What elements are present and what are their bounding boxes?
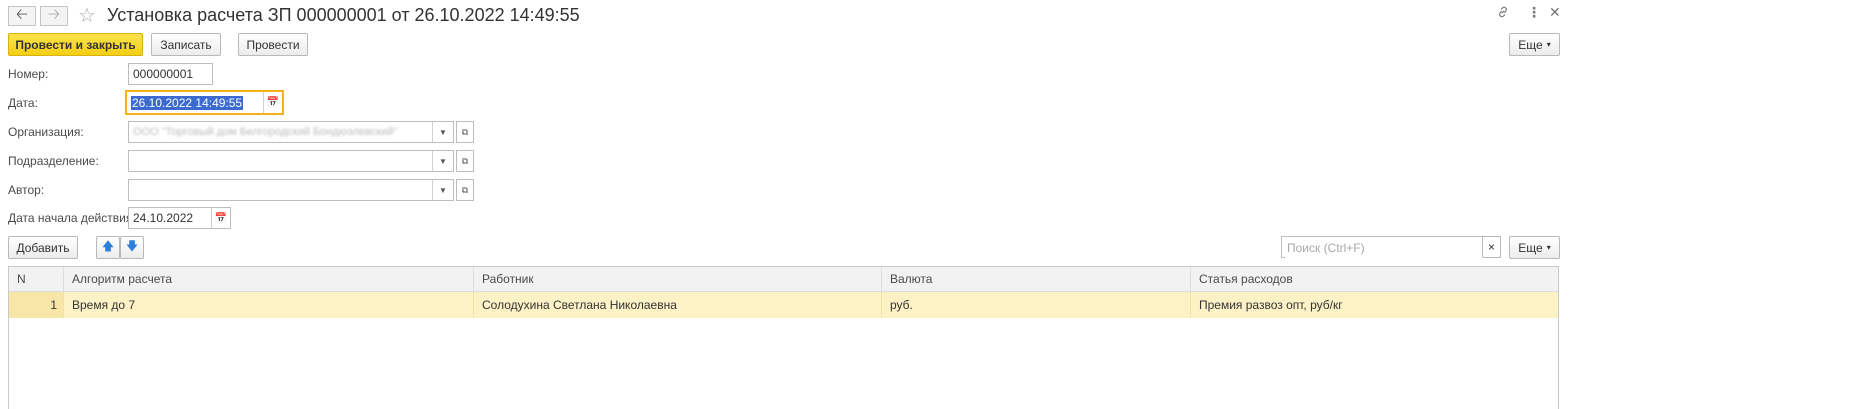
search-input[interactable] [1285, 238, 1485, 258]
arrow-down-icon: 🡇 [125, 239, 139, 253]
organization-value: ООО "Торговый дом Белгородский Бондюэлев… [133, 126, 398, 138]
post-and-close-button[interactable]: Провести и закрыть [8, 33, 143, 56]
dropdown-icon[interactable]: ▼ [432, 180, 453, 200]
save-button[interactable]: Записать [151, 33, 221, 56]
number-value: 000000001 [133, 67, 194, 81]
date-field[interactable]: 26.10.2022 14:49:55 📅 [125, 90, 284, 115]
calendar-icon[interactable]: 📅 [211, 208, 230, 228]
date-label: Дата: [8, 96, 38, 110]
close-icon[interactable]: ✕ [1549, 4, 1561, 21]
author-field[interactable]: ▼ [128, 179, 454, 201]
cell-currency[interactable]: руб. [882, 292, 1191, 318]
department-label: Подразделение: [8, 154, 99, 168]
search-field[interactable] [1281, 236, 1501, 258]
star-icon[interactable]: ☆ [78, 3, 96, 28]
column-header-expense[interactable]: Статья расходов [1191, 267, 1558, 292]
table[interactable]: N Алгоритм расчета Работник Валюта Стать… [8, 266, 1559, 409]
more-button[interactable]: Еще ▾ [1509, 33, 1560, 56]
clear-search-button[interactable]: × [1482, 236, 1501, 258]
chevron-down-icon: ▾ [1546, 40, 1551, 49]
organization-field[interactable]: ООО "Торговый дом Белгородский Бондюэлев… [128, 121, 454, 143]
cell-expense[interactable]: Премия развоз опт, руб/кг [1191, 292, 1558, 318]
page-title: Установка расчета ЗП 000000001 от 26.10.… [107, 5, 580, 25]
table-more-button[interactable]: Еще ▾ [1509, 236, 1560, 259]
cell-employee[interactable]: Солодухина Светлана Николаевна [474, 292, 882, 318]
more-icon[interactable]: ⋮ [1527, 4, 1541, 21]
chevron-down-icon: ▾ [1546, 243, 1551, 252]
organization-label: Организация: [8, 125, 84, 139]
start-date-field[interactable]: 24.10.2022 📅 [128, 207, 231, 229]
column-header-algorithm[interactable]: Алгоритм расчета [64, 267, 474, 292]
number-label: Номер: [8, 67, 49, 81]
author-label: Автор: [8, 183, 45, 197]
close-icon: × [1487, 240, 1495, 254]
back-button[interactable]: 🡠 [8, 6, 36, 26]
forward-button[interactable]: 🡢 [40, 6, 68, 26]
department-field[interactable]: ▼ [128, 150, 454, 172]
table-more-label: Еще [1518, 240, 1543, 255]
column-header-n[interactable]: N [9, 267, 64, 292]
column-header-employee[interactable]: Работник [474, 267, 882, 292]
calendar-icon[interactable]: 📅 [263, 92, 282, 113]
add-button[interactable]: Добавить [8, 236, 78, 259]
arrow-up-icon: 🡅 [101, 239, 115, 253]
column-header-currency[interactable]: Валюта [882, 267, 1191, 292]
start-date-label: Дата начала действия: [8, 211, 136, 225]
start-date-value: 24.10.2022 [133, 211, 194, 225]
dropdown-icon[interactable]: ▼ [432, 151, 453, 171]
post-button[interactable]: Провести [238, 33, 308, 56]
arrow-right-icon: 🡢 [47, 5, 61, 23]
arrow-left-icon: 🡠 [15, 5, 29, 23]
move-up-button[interactable]: 🡅 [96, 236, 120, 259]
open-organization-icon[interactable]: ⧉ [456, 121, 474, 143]
cell-n[interactable]: 1 [9, 292, 64, 318]
date-value: 26.10.2022 14:49:55 [131, 95, 244, 110]
cell-algorithm[interactable]: Время до 7 [64, 292, 474, 318]
link-icon[interactable] [1496, 5, 1510, 22]
open-author-icon[interactable]: ⧉ [456, 179, 474, 201]
number-field[interactable]: 000000001 [128, 63, 213, 85]
open-department-icon[interactable]: ⧉ [456, 150, 474, 172]
move-down-button[interactable]: 🡇 [120, 236, 144, 259]
more-button-label: Еще [1518, 37, 1543, 52]
dropdown-icon[interactable]: ▼ [432, 122, 453, 142]
